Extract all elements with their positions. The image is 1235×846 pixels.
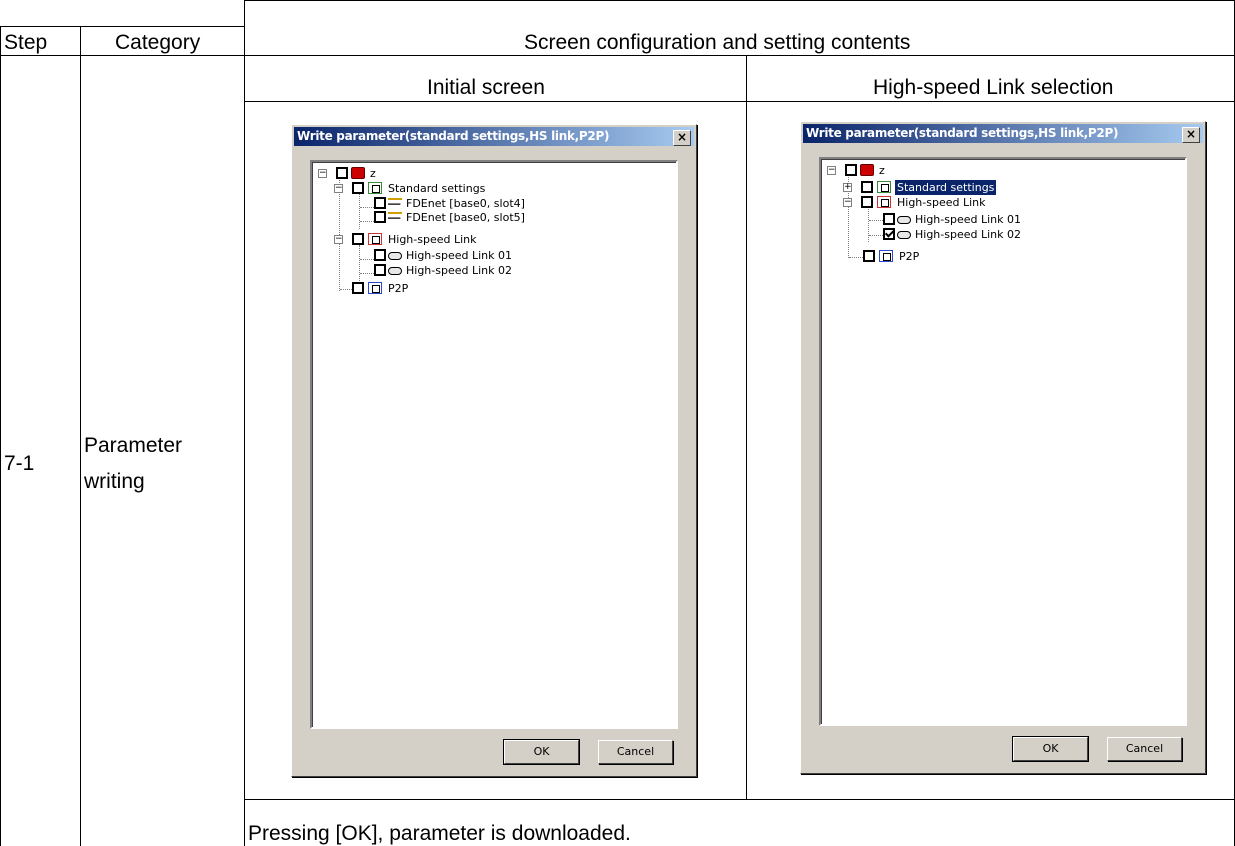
tree-connector (868, 206, 869, 242)
category-col-border (244, 0, 245, 846)
network-module-icon (388, 212, 402, 230)
parameter-tree: − z − Standard settings FDEnet [base0, s… (310, 160, 678, 729)
table-top-border (244, 0, 1235, 1)
link-block-icon (897, 216, 911, 224)
plc-icon (351, 167, 365, 179)
tree-node-p2p[interactable]: P2P (352, 281, 552, 296)
header-bottom-border (0, 55, 1235, 56)
high-speed-link-icon (368, 233, 382, 245)
tree-label: High-speed Link 02 (406, 264, 512, 277)
dialog-title-bar[interactable]: Write parameter(standard settings,HS lin… (294, 127, 694, 146)
tree-label: High-speed Link (897, 196, 986, 209)
link-block-icon (897, 231, 911, 239)
checkbox[interactable] (352, 233, 364, 245)
checkbox[interactable] (861, 196, 873, 208)
ok-button[interactable]: OK (1012, 736, 1089, 762)
subheader-hslink-selection: High-speed Link selection (873, 76, 1114, 99)
checkbox[interactable] (883, 213, 895, 225)
checkbox[interactable] (374, 249, 386, 261)
dialog-title: Write parameter(standard settings,HS lin… (297, 129, 610, 143)
checkbox[interactable] (845, 164, 857, 176)
expanded-icon[interactable]: − (334, 184, 343, 193)
close-icon[interactable]: × (1182, 127, 1200, 143)
tree-node-fdenet-slot5[interactable]: FDEnet [base0, slot5] (374, 210, 624, 230)
tree-label: High-speed Link 02 (915, 228, 1021, 241)
network-module-icon (388, 198, 402, 216)
screens-bottom-border (244, 799, 1235, 800)
expanded-icon[interactable]: − (334, 235, 343, 244)
tree-label: P2P (899, 250, 920, 263)
step-col-border (80, 26, 81, 846)
link-block-icon (388, 252, 402, 260)
checkbox[interactable] (863, 250, 875, 262)
tree-label: FDEnet [base0, slot5] (406, 211, 525, 224)
checkbox[interactable] (374, 211, 386, 223)
plc-icon (860, 164, 874, 176)
tree-node-standard-settings[interactable]: + Standard settings (843, 180, 1093, 195)
header-content: Screen configuration and setting content… (524, 31, 911, 54)
dialog-title-bar[interactable]: Write parameter(standard settings,HS lin… (803, 124, 1203, 143)
collapsed-icon[interactable]: + (843, 183, 852, 192)
p2p-icon (368, 282, 382, 294)
tree-connector (359, 245, 360, 281)
tree-node-hs-link-01[interactable]: High-speed Link 01 (374, 248, 624, 263)
header-category: Category (115, 31, 201, 54)
checkbox[interactable] (374, 197, 386, 209)
expanded-icon[interactable]: − (318, 169, 327, 178)
table-top-left-border (0, 26, 244, 27)
screens-divider (746, 56, 747, 800)
ok-button[interactable]: OK (503, 739, 580, 765)
checkbox[interactable] (861, 181, 873, 193)
tree-node-high-speed-link[interactable]: − High-speed Link (843, 195, 1093, 210)
tree-label-selected: Standard settings (895, 180, 997, 195)
tree-node-high-speed-link[interactable]: − High-speed Link (334, 232, 584, 247)
parameter-tree: − z + Standard settings − High-speed Lin… (819, 157, 1187, 726)
checkbox[interactable] (336, 167, 348, 179)
checkbox[interactable] (352, 282, 364, 294)
tree-label: FDEnet [base0, slot4] (406, 197, 525, 210)
dialog-title: Write parameter(standard settings,HS lin… (806, 126, 1119, 140)
tree-connector (359, 193, 360, 229)
tree-node-hs-link-01[interactable]: High-speed Link 01 (883, 212, 1133, 227)
tree-node-p2p[interactable]: P2P (863, 249, 1063, 264)
standard-settings-icon (368, 182, 382, 194)
cancel-button[interactable]: Cancel (598, 740, 673, 764)
left-border (0, 26, 1, 846)
checkbox[interactable] (374, 264, 386, 276)
tree-node-hs-link-02[interactable]: High-speed Link 02 (883, 227, 1133, 242)
tree-label: z (879, 164, 885, 177)
subheader-initial-screen: Initial screen (427, 76, 545, 99)
tree-node-standard-settings[interactable]: − Standard settings (334, 181, 584, 196)
close-icon[interactable]: × (673, 130, 691, 146)
header-step: Step (4, 31, 48, 54)
high-speed-link-icon (877, 196, 891, 208)
tree-label: High-speed Link 01 (406, 249, 512, 262)
tree-label: z (370, 167, 376, 180)
tree-label: P2P (388, 282, 409, 295)
category-line1: Parameter (84, 434, 183, 457)
step-value: 7-1 (4, 452, 35, 475)
checkbox[interactable] (352, 182, 364, 194)
expanded-icon[interactable]: − (843, 198, 852, 207)
cancel-button[interactable]: Cancel (1107, 737, 1182, 761)
expanded-icon[interactable]: − (827, 166, 836, 175)
p2p-icon (879, 250, 893, 262)
footer-note: Pressing [OK], parameter is downloaded. (248, 822, 631, 845)
tree-node-root[interactable]: − z (827, 163, 1027, 178)
tree-label: Standard settings (388, 182, 486, 195)
tree-node-root[interactable]: − z (318, 166, 518, 181)
standard-settings-icon (877, 181, 891, 193)
category-line2: writing (84, 470, 145, 493)
checkbox-checked[interactable] (883, 228, 895, 240)
subheader-bottom-border (244, 101, 1235, 102)
write-parameter-dialog-initial: Write parameter(standard settings,HS lin… (291, 124, 697, 777)
tree-label: High-speed Link 01 (915, 213, 1021, 226)
tree-node-hs-link-02[interactable]: High-speed Link 02 (374, 263, 624, 278)
tree-label: High-speed Link (388, 233, 477, 246)
write-parameter-dialog-hslink: Write parameter(standard settings,HS lin… (800, 121, 1206, 774)
tree-node-fdenet-slot4[interactable]: FDEnet [base0, slot4] (374, 196, 624, 216)
link-block-icon (388, 267, 402, 275)
